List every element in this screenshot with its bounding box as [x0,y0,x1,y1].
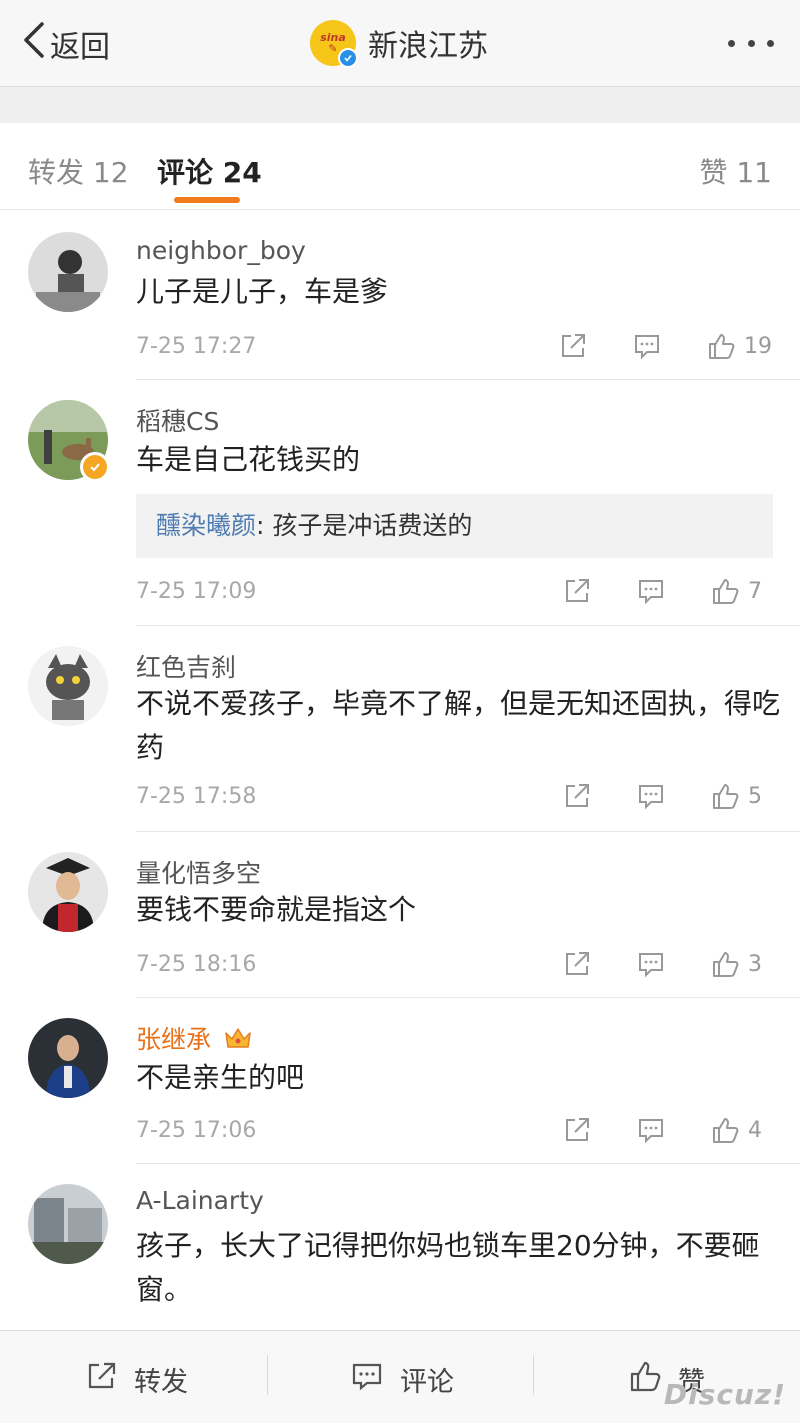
section-gap [0,87,800,123]
avatar[interactable] [28,1018,108,1098]
reply-icon[interactable] [636,1115,666,1145]
comment-time: 7-25 17:58 [136,784,257,809]
account-header[interactable]: sina ✎ 新浪江苏 [310,18,488,68]
share-icon[interactable] [562,949,592,979]
more-options-button[interactable] [728,30,774,56]
comment-username[interactable]: 红色吉刹 [136,648,236,684]
active-tab-indicator [174,197,240,203]
comment-text: 不是亲生的吧 [136,1061,305,1094]
account-avatar: sina ✎ [310,20,358,68]
thumbs-up-icon [628,1359,662,1400]
comment-item: neighbor_boy 儿子是儿子，车是爹 7-25 17:27 19 [0,210,800,380]
like-count: 3 [748,951,762,977]
tab-comments[interactable]: 评论 24 [157,151,262,191]
share-icon[interactable] [558,331,588,361]
comment-username[interactable]: 量化悟多空 [136,854,261,890]
avatar[interactable] [28,232,108,312]
avatar[interactable] [28,852,108,932]
thumbs-up-icon[interactable] [710,576,740,606]
username-text: 张继承 [136,1025,212,1054]
thumbs-up-icon[interactable] [710,1115,740,1145]
repost-label: 转发 [134,1367,188,1398]
avatar[interactable] [28,400,110,482]
comment-time: 7-25 17:06 [136,1118,257,1143]
share-icon[interactable] [562,1115,592,1145]
comment-actions: 19 [558,329,772,363]
divider [533,1355,534,1395]
avatar[interactable] [28,646,108,726]
verified-icon [338,48,358,68]
repost-icon [84,1359,118,1400]
share-icon[interactable] [562,576,592,606]
reply-icon[interactable] [636,781,666,811]
comment-text: 孩子，长大了记得把你妈也锁车里20分钟，不要砸窗。 [136,1229,760,1306]
comment-text: 车是自己花钱买的 [136,443,361,476]
comment-icon [350,1359,384,1400]
comment-actions: 4 [562,1113,772,1147]
comment-time: 7-25 18:16 [136,952,257,977]
back-label: 返回 [50,30,110,65]
comment-item: 稻穗CS 车是自己花钱买的 醺染曦颜: 孩子是冲话费送的 7-25 17:09 … [0,380,800,626]
reply-icon[interactable] [636,949,666,979]
like-count: 19 [744,333,772,359]
thumbs-up-icon[interactable] [710,781,740,811]
tab-reposts[interactable]: 转发 12 [28,151,129,191]
comment-username[interactable]: A-Lainarty [136,1186,264,1215]
comment-text: 不说不爱孩子，毕竟不了解，但是无知还固执，得吃药 [136,687,781,764]
thumbs-up-icon[interactable] [710,949,740,979]
comment-username[interactable]: neighbor_boy [136,236,306,265]
comment-actions: 5 [562,779,772,813]
back-button[interactable]: 返回 [22,22,110,66]
thumbs-up-icon[interactable] [706,331,736,361]
tab-likes[interactable]: 赞 11 [699,151,772,191]
tab-bar: 转发 12 评论 24 赞 11 [0,123,800,210]
comment-actions: 3 [562,947,772,981]
like-count: 5 [748,783,762,809]
top-nav-bar: 返回 sina ✎ 新浪江苏 [0,0,800,87]
vip-crown-icon [223,1025,253,1057]
comment-time: 7-25 17:27 [136,334,257,359]
like-count: 7 [748,578,762,604]
comment-text: 要钱不要命就是指这个 [136,893,417,926]
quoted-reply[interactable]: 醺染曦颜: 孩子是冲话费送的 [136,494,773,558]
reply-icon[interactable] [632,331,662,361]
comment-actions: 7 [562,574,772,608]
comment-label: 评论 [400,1367,454,1398]
comment-item: A-Lainarty 孩子，长大了记得把你妈也锁车里20分钟，不要砸窗。 [0,1164,800,1330]
comment-username[interactable]: 稻穗CS [136,402,219,438]
like-count: 4 [748,1117,762,1143]
verified-icon [80,452,110,482]
repost-button[interactable]: 转发 [84,1359,188,1400]
account-name: 新浪江苏 [368,29,488,64]
more-dot-icon [747,39,755,47]
avatar[interactable] [28,1184,108,1264]
more-dot-icon [728,39,735,47]
reply-icon[interactable] [636,576,666,606]
comment-item: 张继承 不是亲生的吧 7-25 17:06 4 [0,998,800,1164]
divider [267,1355,268,1395]
watermark: Discuz! [663,1378,786,1411]
comment-time: 7-25 17:09 [136,579,257,604]
reply-text: : 孩子是冲话费送的 [256,511,473,540]
reply-username[interactable]: 醺染曦颜 [136,511,256,540]
comment-item: 红色吉刹 不说不爱孩子，毕竟不了解，但是无知还固执，得吃药 7-25 17:58… [0,626,800,832]
chevron-left-icon [22,21,46,67]
comment-username[interactable]: 张继承 [136,1020,253,1057]
comment-text: 儿子是儿子，车是爹 [136,275,389,308]
comment-button[interactable]: 评论 [350,1359,454,1400]
share-icon[interactable] [562,781,592,811]
more-dot-icon [767,39,774,47]
comment-item: 量化悟多空 要钱不要命就是指这个 7-25 18:16 3 [0,832,800,998]
